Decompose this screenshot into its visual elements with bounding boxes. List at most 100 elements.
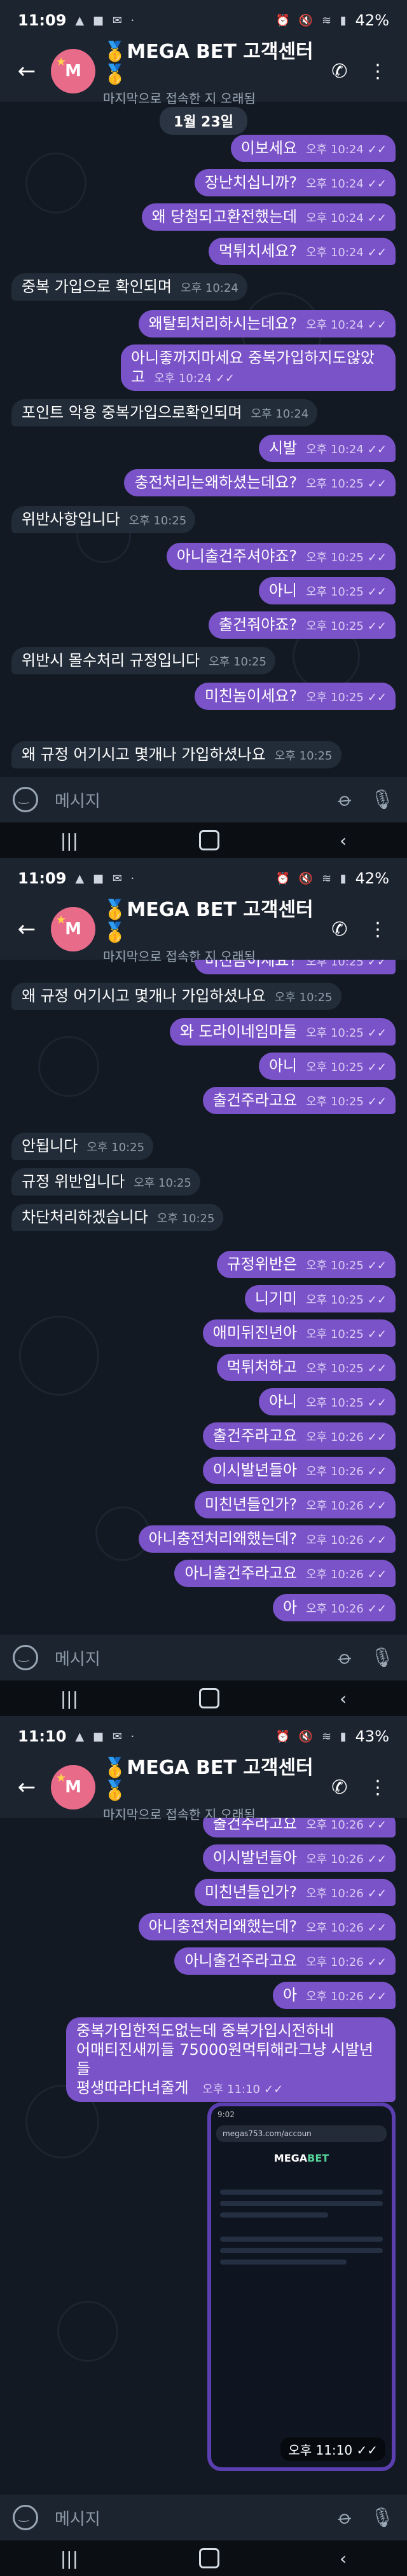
- message-incoming[interactable]: 위반사항입니다 오후 10:25: [11, 506, 196, 533]
- message-incoming[interactable]: 위반시 몰수처리 규정입니다 오후 10:25: [11, 647, 275, 674]
- message-outgoing[interactable]: 규정위반은 오후 10:25 ✓✓: [216, 1251, 396, 1278]
- chat-title-block[interactable]: 🥇MEGA BET 고객센터🥇 마지막으로 접속한 지 오래됨: [103, 36, 321, 107]
- notification-icons: ▲ ■ ✉ ·: [75, 871, 137, 885]
- message-outgoing[interactable]: 아니 오후 10:25 ✓✓: [258, 1388, 396, 1415]
- emoji-icon[interactable]: [13, 2505, 38, 2530]
- message-outgoing[interactable]: 미친놈이세요? 오후 10:25 ✓✓: [194, 960, 396, 974]
- message-outgoing[interactable]: 아니좋까지마세요 중복가입하지도않았고 오후 10:24 ✓✓: [121, 344, 396, 391]
- message-incoming[interactable]: 규정 위반입니다 오후 10:25: [11, 1168, 200, 1196]
- avatar[interactable]: ★ M: [51, 49, 95, 93]
- message-outgoing[interactable]: 왜 당첨되고환전했는데 오후 10:24 ✓✓: [141, 203, 396, 231]
- recent-apps-icon[interactable]: |||: [60, 1688, 78, 1709]
- message-outgoing[interactable]: 미친놈이세요? 오후 10:25 ✓✓: [194, 683, 396, 710]
- message-incoming[interactable]: 왜 규정 어기시고 몇개나 가입하셨나요 오후 10:25: [11, 741, 341, 768]
- mic-icon[interactable]: 🎙: [370, 789, 394, 811]
- message-outgoing[interactable]: 아니출건주라고요 오후 10:26 ✓✓: [174, 1947, 396, 1975]
- message-outgoing[interactable]: 아니충전처리왜했는데? 오후 10:26 ✓✓: [138, 1525, 396, 1553]
- phone-icon[interactable]: ✆: [321, 60, 359, 83]
- medal-icon: ★: [56, 55, 67, 69]
- message-outgoing[interactable]: 니기미 오후 10:25 ✓✓: [244, 1285, 396, 1312]
- message-input[interactable]: 메시지: [55, 2506, 340, 2530]
- message-incoming[interactable]: 중복 가입으로 확인되며 오후 10:24: [11, 273, 247, 301]
- nav-back-icon[interactable]: ‹: [340, 2548, 347, 2569]
- message-outgoing[interactable]: 와 도라이네임마들 오후 10:25 ✓✓: [169, 1018, 396, 1046]
- read-check-icon: ✓✓: [367, 1095, 387, 1108]
- read-check-icon: ✓✓: [367, 143, 387, 156]
- message-outgoing[interactable]: 아니 오후 10:25 ✓✓: [258, 1053, 396, 1080]
- message-outgoing[interactable]: 장난치십니까? 오후 10:24 ✓✓: [194, 169, 396, 196]
- read-check-icon: ✓✓: [356, 2443, 378, 2458]
- nav-back-icon[interactable]: ‹: [340, 1688, 347, 1709]
- message-outgoing[interactable]: 충전처리는왜하셨는데요? 오후 10:25 ✓✓: [124, 469, 396, 496]
- message-outgoing[interactable]: 출건줘야죠? 오후 10:25 ✓✓: [208, 611, 396, 639]
- message-incoming[interactable]: 안됩니다 오후 10:25: [11, 1133, 154, 1160]
- more-vertical-icon[interactable]: ⋮: [359, 1776, 397, 1799]
- chat-title-block[interactable]: 🥇MEGA BET 고객센터🥇 마지막으로 접속한 지 오래됨: [103, 894, 321, 965]
- message-outgoing[interactable]: 먹튀치세요? 오후 10:24 ✓✓: [208, 238, 396, 265]
- home-icon[interactable]: [198, 830, 219, 850]
- android-nav-bar: ||| ‹: [0, 2540, 407, 2576]
- message-incoming[interactable]: 차단처리하겠습니다 오후 10:25: [11, 1204, 224, 1231]
- message-outgoing[interactable]: 왜탈퇴처리하시는데요? 오후 10:24 ✓✓: [138, 310, 396, 337]
- message-outgoing[interactable]: 아니출건주셔야죠? 오후 10:25 ✓✓: [166, 543, 396, 570]
- message-outgoing[interactable]: 애미뒤진년아 오후 10:25 ✓✓: [202, 1319, 396, 1347]
- message-outgoing[interactable]: 아니 오후 10:25 ✓✓: [258, 577, 396, 604]
- message-outgoing[interactable]: 출건주라고요 오후 10:26 ✓✓: [202, 1818, 396, 1837]
- message-list[interactable]: 미친놈이세요? 오후 10:25 ✓✓ 왜 규정 어기시고 몇개나 가입하셨나요 오후…: [0, 960, 407, 1635]
- read-check-icon: ✓✓: [367, 585, 387, 599]
- message-list[interactable]: 1월 23일 이보세요 오후 10:24 ✓✓ 장난치십니까? 오후 10:24 ✓✓ …: [0, 102, 407, 777]
- status-time: 11:09: [18, 869, 67, 887]
- message-outgoing[interactable]: 이보세요 오후 10:24 ✓✓: [230, 135, 396, 162]
- message-outgoing[interactable]: 미친년들인가? 오후 10:26 ✓✓: [194, 1879, 396, 1906]
- more-vertical-icon[interactable]: ⋮: [359, 60, 397, 83]
- read-check-icon: ✓✓: [367, 212, 387, 225]
- read-check-icon: ✓✓: [367, 1431, 387, 1444]
- message-outgoing[interactable]: 시발 오후 10:24 ✓✓: [258, 435, 396, 462]
- read-check-icon: ✓✓: [264, 2083, 284, 2096]
- emoji-icon[interactable]: [13, 787, 38, 812]
- message-input[interactable]: 메시지: [55, 788, 340, 812]
- recent-apps-icon[interactable]: |||: [60, 2548, 78, 2569]
- back-arrow-icon[interactable]: ←: [10, 58, 43, 84]
- emoji-icon[interactable]: [13, 1645, 38, 1670]
- read-check-icon: ✓✓: [367, 620, 387, 633]
- message-input[interactable]: 메시지: [55, 1646, 340, 1670]
- back-arrow-icon[interactable]: ←: [10, 1775, 43, 1800]
- recent-apps-icon[interactable]: |||: [60, 830, 78, 851]
- back-arrow-icon[interactable]: ←: [10, 917, 43, 942]
- status-time: 11:09: [18, 11, 67, 29]
- message-outgoing[interactable]: 이시발년들아 오후 10:26 ✓✓: [202, 1457, 396, 1484]
- read-check-icon: ✓✓: [367, 551, 387, 564]
- message-outgoing[interactable]: 아니출건주라고요 오후 10:26 ✓✓: [174, 1560, 396, 1587]
- signal-icons: ⏰ 🔇 ≋ ▮: [275, 13, 349, 27]
- message-outgoing[interactable]: 아 오후 10:26 ✓✓: [273, 1982, 396, 2009]
- date-separator: 1월 23일: [159, 107, 248, 135]
- message-incoming[interactable]: 왜 규정 어기시고 몇개나 가입하셨나요 오후 10:25: [11, 983, 341, 1010]
- avatar[interactable]: ★ M: [51, 907, 95, 951]
- message-outgoing[interactable]: 출건주라고요 오후 10:26 ✓✓: [202, 1422, 396, 1450]
- more-vertical-icon[interactable]: ⋮: [359, 918, 397, 941]
- phone-icon[interactable]: ✆: [321, 1776, 359, 1799]
- message-list[interactable]: 출건주라고요 오후 10:26 ✓✓ 이시발년들아 오후 10:26 ✓✓ 미친년들인가…: [0, 1818, 407, 2495]
- message-outgoing[interactable]: 미친년들인가? 오후 10:26 ✓✓: [194, 1491, 396, 1518]
- message-outgoing[interactable]: 이시발년들아 오후 10:26 ✓✓: [202, 1844, 396, 1872]
- message-outgoing[interactable]: 먹튀처하고 오후 10:25 ✓✓: [216, 1354, 396, 1381]
- chat-header: ← ★ M 🥇MEGA BET 고객센터🥇 마지막으로 접속한 지 오래됨 ✆ ⋮: [0, 899, 407, 964]
- chat-title-block[interactable]: 🥇MEGA BET 고객센터🥇 마지막으로 접속한 지 오래됨: [103, 1752, 321, 1823]
- image-message[interactable]: 9:02 megas753.com/accoun MEGABET 오후 11:1…: [207, 2102, 396, 2471]
- mic-icon[interactable]: 🎙: [370, 1647, 394, 1669]
- message-outgoing[interactable]: 출건주라고요 오후 10:25 ✓✓: [202, 1087, 396, 1114]
- read-check-icon: ✓✓: [367, 477, 387, 491]
- home-icon[interactable]: [198, 2548, 219, 2568]
- message-outgoing[interactable]: 아 오후 10:26 ✓✓: [273, 1594, 396, 1621]
- nav-back-icon[interactable]: ‹: [340, 830, 347, 851]
- read-check-icon: ✓✓: [367, 177, 387, 191]
- message-outgoing[interactable]: 중복가입한적도없는데 중복가입시전하네 어매티진새끼들 75000원먹튀해라그냥…: [66, 2017, 396, 2102]
- message-incoming[interactable]: 포인트 악용 중복가입으로확인되며 오후 10:24: [11, 399, 318, 426]
- read-check-icon: ✓✓: [367, 691, 387, 704]
- phone-icon[interactable]: ✆: [321, 918, 359, 941]
- message-outgoing[interactable]: 아니충전처리왜했는데? 오후 10:26 ✓✓: [138, 1913, 396, 1940]
- mic-icon[interactable]: 🎙: [370, 2507, 394, 2529]
- avatar[interactable]: ★ M: [51, 1765, 95, 1809]
- home-icon[interactable]: [198, 1688, 219, 1708]
